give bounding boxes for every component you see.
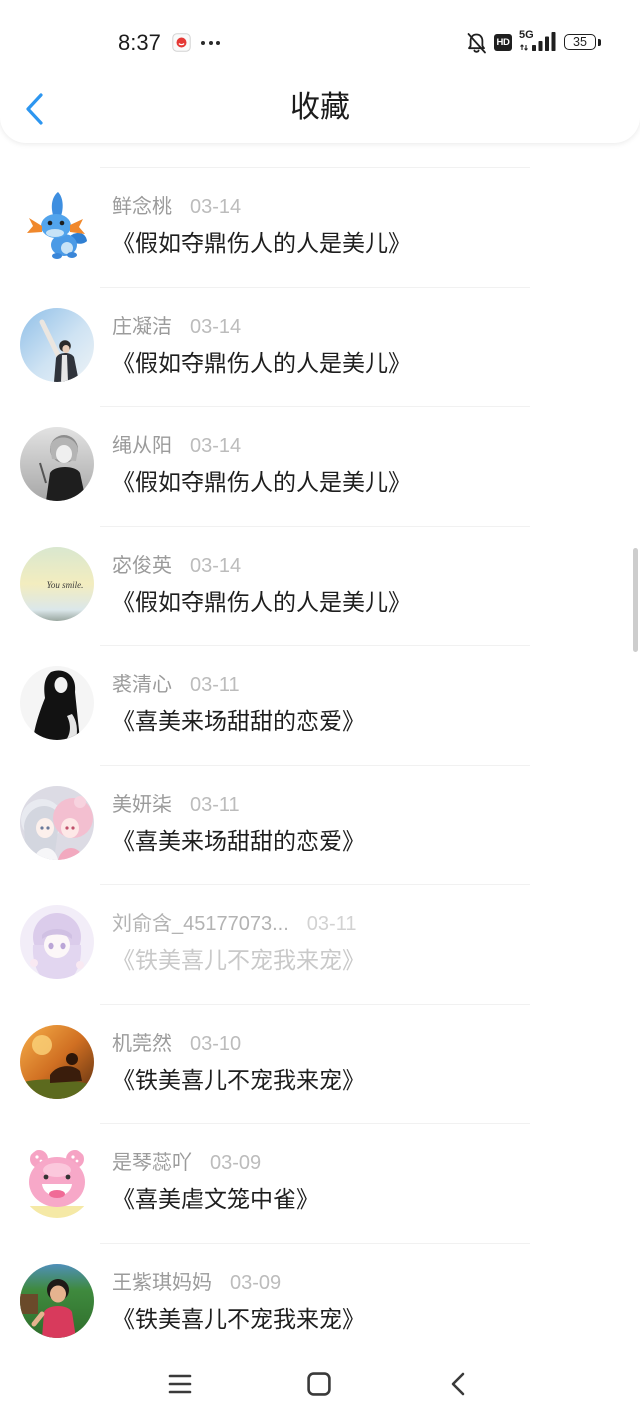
favorite-item[interactable]: 王紫琪妈妈 03-09 《铁美喜儿不宠我来宠》 (0, 1242, 640, 1363)
battery-nub (598, 39, 601, 46)
anime-duo-avatar[interactable] (20, 785, 94, 860)
user-name: 机莞然 (112, 1032, 172, 1055)
story-title: 《假如夺鼎伤人的人是美儿》 (112, 230, 411, 256)
menu-icon[interactable] (168, 1373, 192, 1395)
sunset-avatar[interactable] (20, 1024, 94, 1099)
scrollbar-thumb[interactable] (633, 548, 638, 652)
story-title: 《假如夺鼎伤人的人是美儿》 (112, 469, 411, 495)
divider (100, 645, 530, 646)
you-smile-avatar[interactable]: You smile. (20, 546, 94, 621)
divider (100, 1123, 530, 1124)
user-name: 绳从阳 (112, 435, 172, 457)
favorite-item[interactable]: 庄凝洁 03-14 《假如夺鼎伤人的人是美儿》 (0, 286, 640, 407)
favorite-date: 03-09 (210, 1152, 262, 1174)
favorite-date: 03-14 (190, 196, 242, 218)
item-meta: 宓俊英 03-14 (112, 553, 241, 579)
sky-portrait-avatar[interactable] (20, 307, 94, 382)
back-icon[interactable] (449, 1372, 467, 1396)
story-title: 《铁美喜儿不宠我来宠》 (112, 1305, 365, 1332)
pink-cartoon-avatar[interactable] (20, 1144, 94, 1218)
item-meta: 美妍柒 03-11 (112, 792, 240, 818)
favorite-item[interactable]: 机莞然 03-10 《铁美喜儿不宠我来宠》 (0, 1003, 640, 1124)
divider (100, 884, 530, 885)
favorite-date: 03-14 (190, 435, 242, 457)
divider (100, 764, 530, 766)
favorite-item[interactable]: 裘清心 03-11 《喜美来场甜甜的恋爱》 (0, 645, 640, 765)
favorite-item[interactable]: 鲜念桃 03-14 《假如夺鼎伤人的人是美儿》 (0, 167, 640, 287)
divider (100, 286, 530, 288)
battery-icon: 35 (564, 34, 596, 50)
favorite-item[interactable]: 是琴蕊吖 03-09 《喜美虐文笼中雀》 (0, 1123, 640, 1243)
favorite-date: 03-11 (306, 913, 357, 935)
favorite-item[interactable]: 刘俞含_45177073... 03-11 《铁美喜儿不宠我来宠》 (0, 884, 640, 1004)
system-nav-bar (0, 1362, 640, 1422)
user-name: 鲜念桃 (112, 196, 172, 218)
favorite-item[interactable]: You smile. 宓俊英 03-14 《假如夺鼎伤人的人是美儿》 (0, 525, 640, 646)
avatar-caption: You smile. (47, 580, 84, 590)
story-title: 《铁美喜儿不宠我来宠》 (112, 947, 365, 973)
divider (100, 167, 530, 168)
story-title: 《喜美来场甜甜的恋爱》 (112, 708, 365, 734)
item-meta: 庄凝洁 03-14 (112, 314, 241, 340)
black-anime-avatar[interactable] (20, 666, 94, 740)
page-title: 收藏 (290, 91, 350, 124)
more-dots-icon (201, 41, 220, 46)
story-title: 《假如夺鼎伤人的人是美儿》 (112, 588, 411, 615)
favorite-date: 03-11 (190, 674, 240, 696)
item-meta: 绳从阳 03-14 (112, 433, 241, 459)
story-title: 《喜美虐文笼中雀》 (112, 1186, 319, 1212)
favorite-date: 03-14 (190, 554, 242, 577)
divider (100, 525, 530, 527)
lavender-anime-avatar[interactable] (20, 905, 94, 979)
item-meta: 机莞然 03-10 (112, 1031, 241, 1057)
favorite-date: 03-11 (190, 793, 240, 816)
favorite-date: 03-10 (190, 1032, 242, 1055)
favorite-item[interactable]: 绳从阳 03-14 《假如夺鼎伤人的人是美儿》 (0, 406, 640, 526)
item-meta: 裘清心 03-11 (112, 672, 240, 698)
user-name: 美妍柒 (112, 793, 172, 816)
home-square-icon[interactable] (307, 1372, 331, 1396)
favorite-date: 03-09 (230, 1271, 282, 1294)
favorite-date: 03-14 (190, 315, 242, 338)
divider (100, 1003, 530, 1005)
top-bar: 8:37 HD 5G 35 收藏 (0, 0, 640, 143)
child-photo-avatar[interactable] (20, 1263, 94, 1338)
story-title: 《假如夺鼎伤人的人是美儿》 (112, 349, 411, 376)
mudkip-avatar[interactable] (20, 188, 94, 262)
hd-icon: HD (494, 34, 512, 51)
user-name: 刘俞含_45177073... (112, 913, 289, 935)
grey-anime-avatar[interactable] (20, 427, 94, 501)
status-time: 8:37 (118, 30, 161, 55)
user-name: 庄凝洁 (112, 315, 172, 338)
item-meta: 刘俞含_45177073... 03-11 (112, 911, 356, 937)
network-type: 5G (519, 29, 534, 41)
story-title: 《喜美来场甜甜的恋爱》 (112, 827, 365, 854)
app-notification-icon (172, 33, 191, 52)
story-title: 《铁美喜儿不宠我来宠》 (112, 1066, 365, 1093)
item-meta: 是琴蕊吖 03-09 (112, 1150, 261, 1176)
user-name: 是琴蕊吖 (112, 1152, 192, 1174)
favorite-item[interactable]: 美妍柒 03-11 《喜美来场甜甜的恋爱》 (0, 764, 640, 885)
user-name: 裘清心 (112, 674, 172, 696)
item-meta: 鲜念桃 03-14 (112, 194, 241, 220)
bell-off-icon (466, 32, 487, 54)
item-meta: 王紫琪妈妈 03-09 (112, 1270, 281, 1296)
user-name: 宓俊英 (112, 554, 172, 577)
divider (100, 1242, 530, 1244)
divider (100, 406, 530, 407)
user-name: 王紫琪妈妈 (112, 1271, 212, 1294)
